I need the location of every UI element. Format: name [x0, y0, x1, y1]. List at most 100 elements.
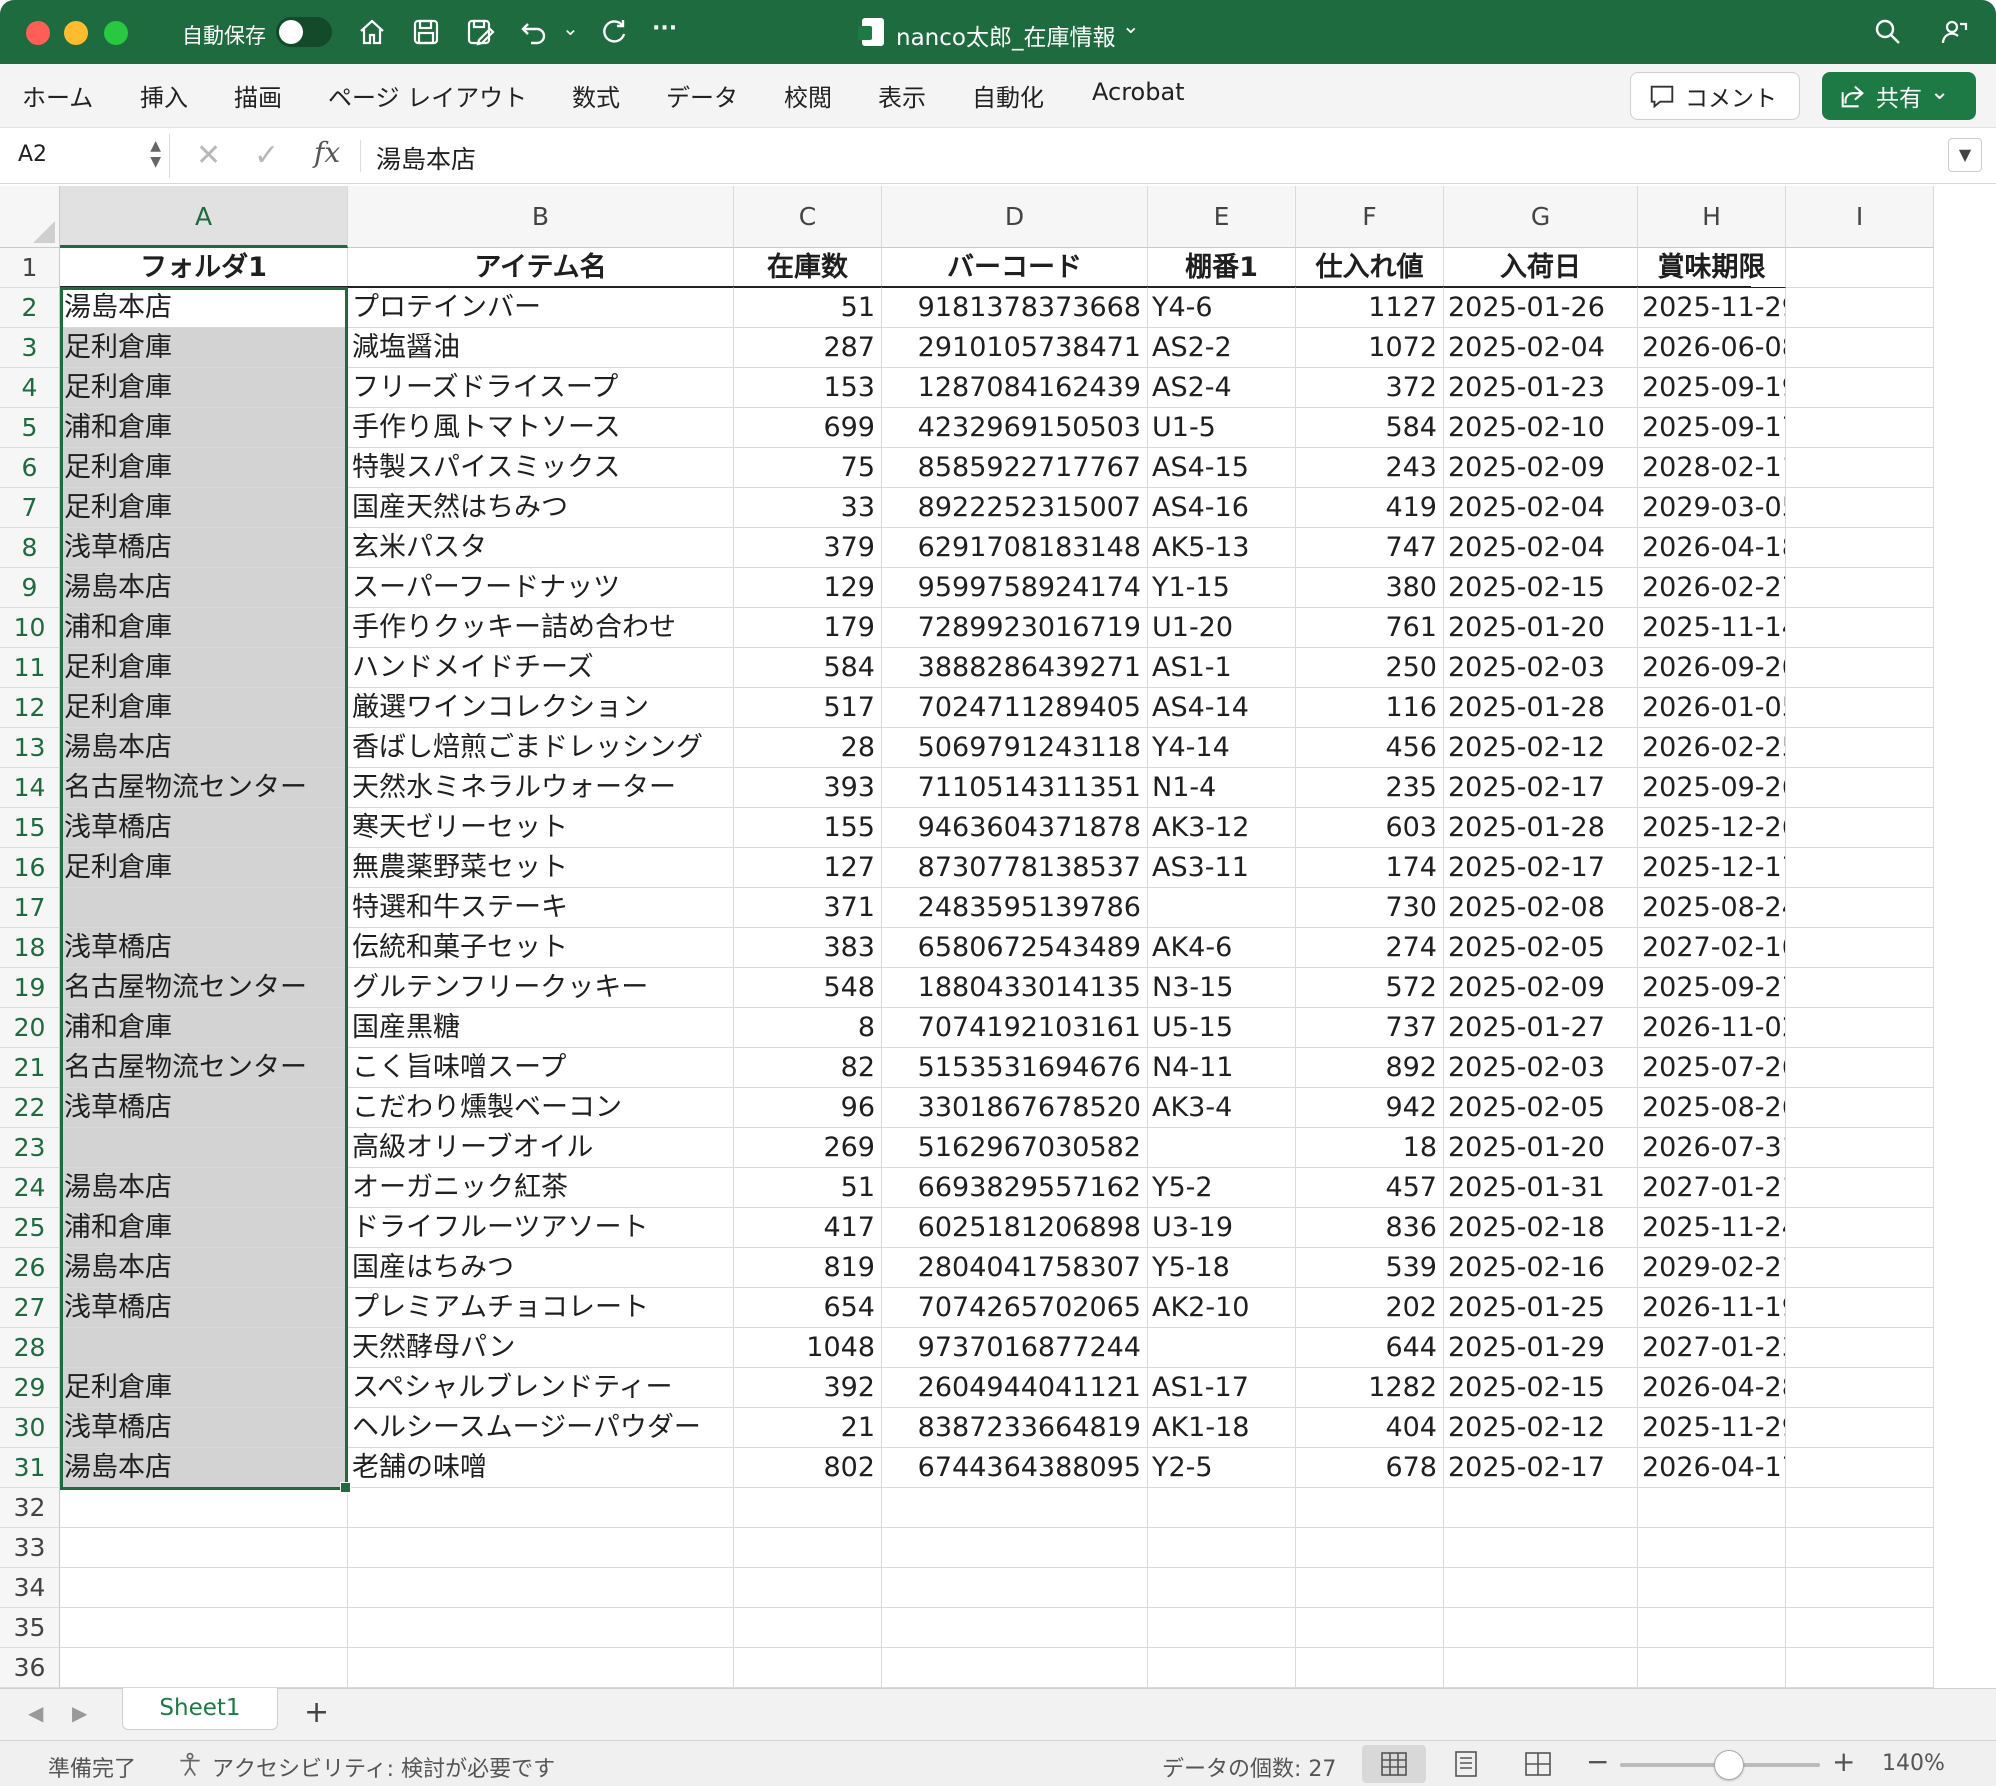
table-cell[interactable]: 1048 — [734, 1328, 882, 1368]
empty-cell[interactable] — [1786, 1128, 1934, 1168]
table-cell[interactable]: 湯島本店 — [60, 1248, 348, 1288]
table-cell[interactable]: 819 — [734, 1248, 882, 1288]
table-cell[interactable]: 名古屋物流センター — [60, 968, 348, 1008]
table-cell[interactable]: 836 — [1296, 1208, 1444, 1248]
table-cell[interactable]: 82 — [734, 1048, 882, 1088]
table-cell[interactable]: 6291708183148 — [882, 528, 1148, 568]
empty-cell[interactable] — [1786, 1048, 1934, 1088]
empty-cell[interactable] — [734, 1528, 882, 1568]
empty-cell[interactable] — [1786, 1008, 1934, 1048]
tab-insert[interactable]: 挿入 — [140, 78, 188, 113]
table-cell[interactable]: 2026-04-28 — [1638, 1368, 1786, 1408]
table-cell[interactable]: 足利倉庫 — [60, 688, 348, 728]
table-cell[interactable]: 名古屋物流センター — [60, 768, 348, 808]
table-cell[interactable]: 2025-11-14 — [1638, 608, 1786, 648]
tab-view[interactable]: 表示 — [878, 78, 926, 113]
row-header-17[interactable]: 17 — [0, 888, 60, 928]
table-cell[interactable]: 足利倉庫 — [60, 448, 348, 488]
row-header-2[interactable]: 2 — [0, 288, 60, 328]
sheet-tab-sheet1[interactable]: Sheet1 — [122, 1688, 278, 1730]
table-cell[interactable]: 6580672543489 — [882, 928, 1148, 968]
table-cell[interactable]: 456 — [1296, 728, 1444, 768]
close-window-button[interactable] — [26, 21, 50, 45]
table-cell[interactable]: 国産はちみつ — [348, 1248, 734, 1288]
table-cell[interactable]: 155 — [734, 808, 882, 848]
table-cell[interactable] — [60, 888, 348, 928]
empty-cell[interactable] — [1786, 1528, 1934, 1568]
table-cell[interactable]: 269 — [734, 1128, 882, 1168]
column-header-g[interactable]: G — [1444, 186, 1638, 248]
table-cell[interactable]: 2025-02-18 — [1444, 1208, 1638, 1248]
table-cell[interactable]: 3888286439271 — [882, 648, 1148, 688]
empty-cell[interactable] — [1786, 1288, 1934, 1328]
table-cell[interactable]: 2026-11-02 — [1638, 1008, 1786, 1048]
table-cell[interactable]: 2025-01-20 — [1444, 1128, 1638, 1168]
table-cell[interactable]: 747 — [1296, 528, 1444, 568]
row-header-29[interactable]: 29 — [0, 1368, 60, 1408]
table-cell[interactable]: 51 — [734, 1168, 882, 1208]
table-cell[interactable]: N1-4 — [1148, 768, 1296, 808]
row-header-32[interactable]: 32 — [0, 1488, 60, 1528]
table-cell[interactable]: 老舗の味噌 — [348, 1448, 734, 1488]
table-cell[interactable]: 2025-11-29 — [1638, 1408, 1786, 1448]
table-cell[interactable]: 2025-12-26 — [1638, 808, 1786, 848]
empty-cell[interactable] — [1444, 1488, 1638, 1528]
empty-cell[interactable] — [1786, 528, 1934, 568]
table-cell[interactable]: 584 — [1296, 408, 1444, 448]
table-cell[interactable]: 2025-02-03 — [1444, 648, 1638, 688]
table-cell[interactable]: 699 — [734, 408, 882, 448]
table-cell[interactable]: 特製スパイスミックス — [348, 448, 734, 488]
table-cell[interactable] — [1148, 1128, 1296, 1168]
table-cell[interactable]: 2026-02-27 — [1638, 568, 1786, 608]
table-cell[interactable]: AS1-17 — [1148, 1368, 1296, 1408]
column-header-e[interactable]: E — [1148, 186, 1296, 248]
empty-cell[interactable] — [348, 1608, 734, 1648]
table-cell[interactable]: 1072 — [1296, 328, 1444, 368]
table-cell[interactable]: フリーズドライスープ — [348, 368, 734, 408]
table-cell[interactable]: 2025-02-10 — [1444, 408, 1638, 448]
table-cell[interactable]: 浦和倉庫 — [60, 608, 348, 648]
table-cell[interactable]: オーガニック紅茶 — [348, 1168, 734, 1208]
row-header-12[interactable]: 12 — [0, 688, 60, 728]
empty-cell[interactable] — [1786, 1208, 1934, 1248]
table-cell[interactable]: 2027-01-21 — [1638, 1168, 1786, 1208]
table-cell[interactable]: 寒天ゼリーセット — [348, 808, 734, 848]
home-icon[interactable] — [354, 14, 390, 50]
table-cell[interactable]: 足利倉庫 — [60, 328, 348, 368]
table-cell[interactable]: 2025-02-12 — [1444, 1408, 1638, 1448]
table-cell[interactable]: 243 — [1296, 448, 1444, 488]
table-cell[interactable]: 国産天然はちみつ — [348, 488, 734, 528]
empty-cell[interactable] — [1444, 1568, 1638, 1608]
table-cell[interactable]: スーパーフードナッツ — [348, 568, 734, 608]
table-cell[interactable]: 417 — [734, 1208, 882, 1248]
table-cell[interactable]: 2025-01-27 — [1444, 1008, 1638, 1048]
row-header-26[interactable]: 26 — [0, 1248, 60, 1288]
tab-data[interactable]: データ — [666, 78, 738, 113]
table-cell[interactable]: 539 — [1296, 1248, 1444, 1288]
zoom-slider-handle[interactable] — [1714, 1750, 1744, 1780]
table-cell[interactable]: 浦和倉庫 — [60, 1208, 348, 1248]
normal-view-button[interactable] — [1362, 1745, 1426, 1783]
table-cell[interactable]: 無農薬野菜セット — [348, 848, 734, 888]
table-cell[interactable]: 274 — [1296, 928, 1444, 968]
table-cell[interactable]: 減塩醤油 — [348, 328, 734, 368]
table-cell[interactable]: 419 — [1296, 488, 1444, 528]
table-cell[interactable]: こく旨味噌スープ — [348, 1048, 734, 1088]
table-cell[interactable]: 892 — [1296, 1048, 1444, 1088]
table-cell[interactable]: 国産黒糖 — [348, 1008, 734, 1048]
row-header-36[interactable]: 36 — [0, 1648, 60, 1688]
table-cell[interactable]: 127 — [734, 848, 882, 888]
table-cell[interactable]: AS3-11 — [1148, 848, 1296, 888]
empty-cell[interactable] — [1786, 608, 1934, 648]
table-cell[interactable]: 730 — [1296, 888, 1444, 928]
table-cell[interactable]: 湯島本店 — [60, 1168, 348, 1208]
table-cell[interactable]: 584 — [734, 648, 882, 688]
table-cell[interactable]: 2025-02-12 — [1444, 728, 1638, 768]
table-cell[interactable]: 2025-12-17 — [1638, 848, 1786, 888]
empty-cell[interactable] — [1786, 848, 1934, 888]
empty-cell[interactable] — [882, 1648, 1148, 1688]
table-cell[interactable]: 18 — [1296, 1128, 1444, 1168]
table-cell[interactable]: 28 — [734, 728, 882, 768]
table-cell[interactable]: 6693829557162 — [882, 1168, 1148, 1208]
table-cell[interactable]: 2025-01-23 — [1444, 368, 1638, 408]
